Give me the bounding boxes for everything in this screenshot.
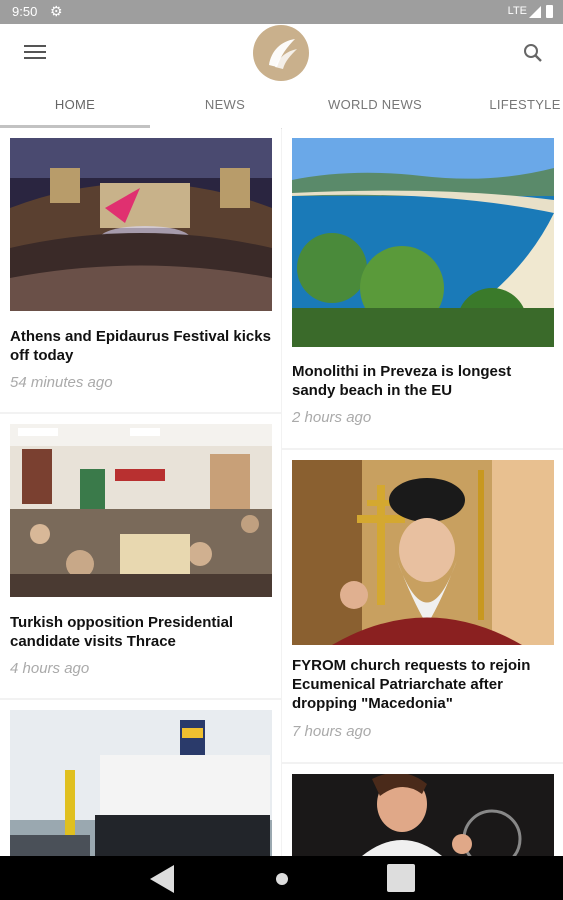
feather-logo[interactable] (253, 25, 309, 81)
signal-icon (529, 6, 541, 18)
tab-news[interactable]: NEWS (150, 90, 300, 128)
tennis-player-photo[interactable] (292, 774, 554, 856)
system-nav-bar (0, 856, 563, 900)
article-card[interactable]: Athens and Epidaurus Festival kicks off … (0, 128, 281, 412)
article-title[interactable]: Turkish opposition Presidential candidat… (10, 613, 272, 651)
app-bar: HOME NEWS WORLD NEWS LIFESTYLE (0, 24, 563, 129)
home-icon[interactable] (276, 873, 288, 885)
article-time: 7 hours ago (292, 723, 372, 740)
back-icon[interactable] (150, 865, 174, 893)
cargo-ship-photo[interactable] (10, 710, 272, 856)
tab-lifestyle[interactable]: LIFESTYLE (450, 90, 563, 128)
article-card[interactable] (0, 700, 281, 856)
beach-photo[interactable] (292, 138, 554, 347)
tab-world-news[interactable]: WORLD NEWS (300, 90, 450, 128)
section-tabs: HOME NEWS WORLD NEWS LIFESTYLE (0, 90, 563, 128)
search-icon[interactable] (522, 42, 544, 64)
article-card[interactable]: Monolithi in Preveza is longest sandy be… (282, 128, 563, 448)
network-type: LTE (507, 5, 527, 17)
article-card[interactable] (282, 764, 563, 856)
settings-gear-icon: ⚙ (50, 3, 63, 19)
recents-icon[interactable] (387, 864, 415, 892)
article-card[interactable]: Turkish opposition Presidential candidat… (0, 414, 281, 698)
article-card[interactable]: FYROM church requests to rejoin Ecumenic… (282, 450, 563, 762)
status-time: 9:50 (12, 4, 38, 19)
article-time: 2 hours ago (292, 409, 372, 426)
article-title[interactable]: FYROM church requests to rejoin Ecumenic… (292, 656, 554, 713)
meeting-hall-photo[interactable] (10, 424, 272, 597)
battery-icon (546, 5, 553, 18)
article-title[interactable]: Monolithi in Preveza is longest sandy be… (292, 362, 554, 400)
tab-home[interactable]: HOME (0, 90, 150, 128)
article-time: 4 hours ago (10, 660, 90, 677)
status-bar: 9:50 ⚙ LTE (0, 0, 563, 24)
article-title[interactable]: Athens and Epidaurus Festival kicks off … (10, 327, 272, 365)
theater-festival-photo[interactable] (10, 138, 272, 311)
article-time: 54 minutes ago (10, 374, 113, 391)
patriarch-photo[interactable] (292, 460, 554, 645)
hamburger-menu-icon[interactable] (24, 45, 46, 61)
